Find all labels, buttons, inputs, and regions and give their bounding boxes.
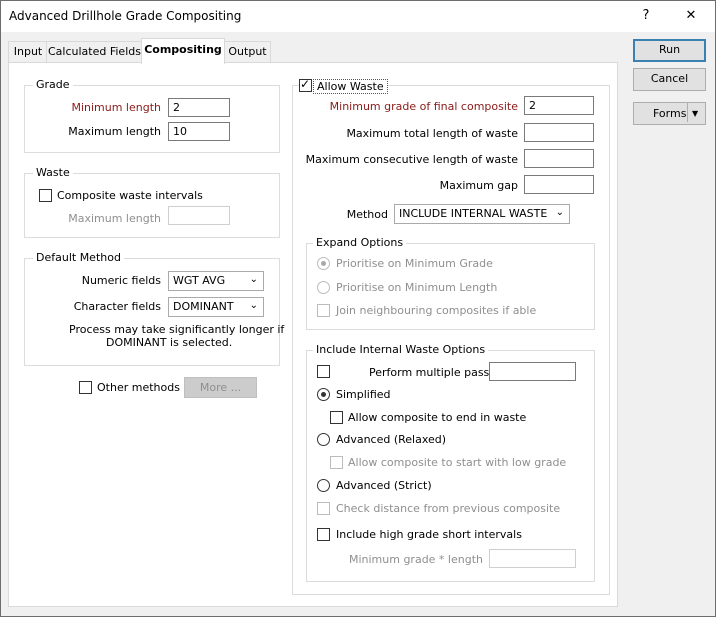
start-low-grade-label: Allow composite to start with low grade bbox=[348, 456, 567, 469]
advanced-relaxed-label: Advanced (Relaxed) bbox=[336, 433, 447, 446]
allow-waste-group: ✓ Allow Waste Minimum grade of final com… bbox=[292, 77, 610, 595]
default-method-title: Default Method bbox=[33, 251, 124, 264]
end-in-waste-label: Allow composite to end in waste bbox=[348, 411, 527, 424]
waste-max-length-input[interactable] bbox=[168, 206, 230, 225]
max-gap-input[interactable] bbox=[524, 175, 594, 194]
forms-button[interactable]: Forms ▼ bbox=[633, 102, 706, 125]
max-gap-label: Maximum gap bbox=[439, 179, 518, 192]
character-fields-label: Character fields bbox=[73, 300, 161, 313]
check-distance-checkbox[interactable] bbox=[317, 502, 330, 515]
internal-waste-options-group: Include Internal Waste Options Perform m… bbox=[306, 343, 595, 582]
advanced-strict-radio[interactable] bbox=[317, 479, 330, 492]
method-label: Method bbox=[346, 208, 388, 221]
tab-calculated-fields[interactable]: Calculated Fields bbox=[46, 41, 143, 62]
advanced-relaxed-radio[interactable] bbox=[317, 433, 330, 446]
join-neighbouring-checkbox[interactable] bbox=[317, 304, 330, 317]
performance-note-line2: DOMINANT is selected. bbox=[106, 336, 233, 349]
window-title: Advanced Drillhole Grade Compositing bbox=[9, 9, 242, 23]
advanced-strict-label: Advanced (Strict) bbox=[336, 479, 432, 492]
dialog-window: Advanced Drillhole Grade Compositing ? ✕… bbox=[0, 0, 716, 617]
more-label: More ... bbox=[199, 381, 242, 394]
tab-output[interactable]: Output bbox=[224, 41, 271, 62]
simplified-label: Simplified bbox=[336, 388, 391, 401]
internal-waste-options-title: Include Internal Waste Options bbox=[313, 343, 489, 356]
waste-group: Waste Composite waste intervals Maximum … bbox=[24, 166, 280, 238]
allow-waste-checkbox[interactable]: ✓ bbox=[299, 77, 312, 92]
simplified-radio[interactable] bbox=[317, 388, 330, 401]
grade-group-title: Grade bbox=[33, 78, 73, 91]
chevron-down-icon[interactable]: ▼ bbox=[692, 104, 698, 123]
allow-waste-label: Allow Waste bbox=[313, 79, 388, 94]
end-in-waste-checkbox[interactable] bbox=[330, 411, 343, 424]
max-total-waste-input[interactable] bbox=[524, 123, 594, 142]
cancel-label: Cancel bbox=[650, 72, 689, 85]
other-methods-label: Other methods bbox=[97, 381, 180, 394]
run-label: Run bbox=[658, 43, 681, 56]
prioritise-length-label: Prioritise on Minimum Length bbox=[336, 281, 498, 294]
min-grade-final-input[interactable]: 2 bbox=[524, 96, 594, 115]
waste-max-length-label: Maximum length bbox=[68, 212, 161, 225]
forms-label: Forms bbox=[653, 107, 687, 120]
method-select[interactable]: INCLUDE INTERNAL WASTE ⌄ bbox=[394, 204, 570, 224]
chevron-down-icon: ⌄ bbox=[249, 300, 258, 311]
prioritise-length-radio[interactable] bbox=[317, 281, 330, 294]
join-neighbouring-label: Join neighbouring composites if able bbox=[336, 304, 537, 317]
prioritise-grade-radio[interactable] bbox=[317, 257, 330, 270]
help-icon[interactable]: ? bbox=[634, 5, 658, 27]
numeric-fields-label: Numeric fields bbox=[81, 274, 161, 287]
high-grade-short-label: Include high grade short intervals bbox=[336, 528, 522, 541]
min-grade-length-input[interactable] bbox=[489, 549, 576, 568]
other-methods-checkbox[interactable] bbox=[79, 381, 92, 394]
max-length-label: Maximum length bbox=[68, 125, 161, 138]
multiple-passes-checkbox[interactable] bbox=[317, 365, 330, 378]
min-grade-final-label: Minimum grade of final composite bbox=[329, 100, 518, 113]
default-method-group: Default Method Numeric fields WGT AVG ⌄ C… bbox=[24, 251, 284, 366]
expand-options-title: Expand Options bbox=[313, 236, 407, 249]
chevron-down-icon: ⌄ bbox=[249, 274, 258, 285]
numeric-fields-select[interactable]: WGT AVG ⌄ bbox=[168, 271, 264, 291]
high-grade-short-checkbox[interactable] bbox=[317, 528, 330, 541]
composite-waste-checkbox[interactable] bbox=[39, 189, 52, 202]
run-button[interactable]: Run bbox=[633, 39, 706, 62]
multiple-passes-label: Perform multiple passes bbox=[369, 366, 502, 379]
check-distance-label: Check distance from previous composite bbox=[336, 502, 561, 515]
character-fields-value: DOMINANT bbox=[173, 300, 234, 313]
cancel-button[interactable]: Cancel bbox=[633, 68, 706, 91]
min-length-label: Minimum length bbox=[71, 101, 161, 114]
waste-group-title: Waste bbox=[33, 166, 73, 179]
max-total-waste-label: Maximum total length of waste bbox=[346, 127, 518, 140]
min-grade-length-label: Minimum grade * length bbox=[348, 553, 483, 566]
more-button[interactable]: More ... bbox=[184, 377, 257, 398]
performance-note-line1: Process may take significantly longer if bbox=[69, 323, 285, 336]
tab-input[interactable]: Input bbox=[8, 41, 48, 62]
max-consecutive-waste-input[interactable] bbox=[524, 149, 594, 168]
close-icon[interactable]: ✕ bbox=[679, 5, 703, 27]
expand-options-group: Expand Options Prioritise on Minimum Gra… bbox=[306, 236, 595, 330]
multiple-passes-input[interactable] bbox=[489, 362, 576, 381]
character-fields-select[interactable]: DOMINANT ⌄ bbox=[168, 297, 264, 317]
grade-max-length-input[interactable]: 10 bbox=[168, 122, 230, 141]
numeric-fields-value: WGT AVG bbox=[173, 274, 226, 287]
prioritise-grade-label: Prioritise on Minimum Grade bbox=[336, 257, 493, 270]
title-bar: Advanced Drillhole Grade Compositing ? ✕ bbox=[1, 1, 715, 32]
composite-waste-label: Composite waste intervals bbox=[57, 189, 203, 202]
max-consecutive-waste-label: Maximum consecutive length of waste bbox=[305, 153, 518, 166]
chevron-down-icon: ⌄ bbox=[555, 207, 564, 218]
method-value: INCLUDE INTERNAL WASTE bbox=[399, 207, 548, 220]
grade-group: Grade Minimum length 2 Maximum length 10 bbox=[24, 78, 280, 153]
start-low-grade-checkbox[interactable] bbox=[330, 456, 343, 469]
tab-compositing[interactable]: Compositing bbox=[141, 38, 225, 64]
grade-min-length-input[interactable]: 2 bbox=[168, 98, 230, 117]
compositing-panel: Grade Minimum length 2 Maximum length 10… bbox=[8, 62, 618, 607]
